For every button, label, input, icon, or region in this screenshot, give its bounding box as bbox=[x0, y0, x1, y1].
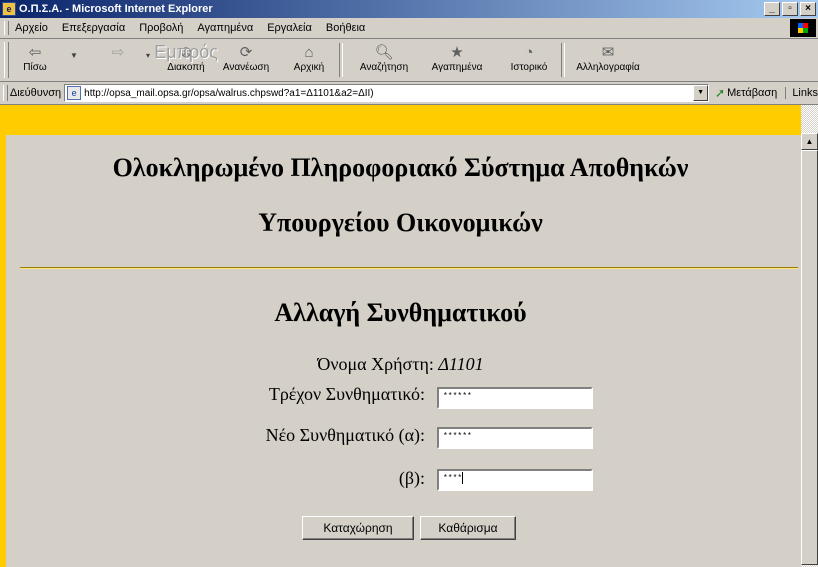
change-password-heading: Αλλαγή Συνθηματικού bbox=[274, 298, 527, 327]
address-input[interactable]: e http://opsa_mail.opsa.gr/opsa/walrus.c… bbox=[64, 84, 710, 102]
go-arrow-icon: ➚ bbox=[715, 86, 726, 100]
history-label: Ιστορικό bbox=[510, 62, 548, 73]
stop-label: Διακοπή bbox=[167, 62, 205, 73]
toolbar-separator-2 bbox=[561, 43, 565, 77]
ie-logo-icon: e bbox=[2, 2, 16, 16]
forward-label: Εμπρός bbox=[154, 42, 218, 62]
maximize-button[interactable]: ▫ bbox=[782, 2, 798, 16]
menubar-grip[interactable] bbox=[4, 21, 9, 35]
new-password-a-label: Νέο Συνθηματικό (α): bbox=[265, 425, 425, 445]
submit-button[interactable]: Καταχώρηση bbox=[302, 516, 414, 540]
go-label: Μετάβαση bbox=[727, 87, 778, 99]
favorites-button[interactable]: ★ Αγαπημένα bbox=[423, 39, 491, 78]
addressbar-grip[interactable] bbox=[3, 85, 8, 101]
scroll-up-arrow-icon[interactable]: ▲ bbox=[801, 133, 818, 150]
page-icon: e bbox=[67, 86, 82, 100]
page-title-line2: Υπουργείου Οικονομικών bbox=[258, 208, 543, 237]
address-bar: Διεύθυνση e http://opsa_mail.opsa.gr/ops… bbox=[0, 82, 818, 105]
reset-button[interactable]: Καθάρισμα bbox=[420, 516, 516, 540]
window-title: Ο.Π.Σ.Α. - Microsoft Internet Explorer bbox=[19, 3, 213, 15]
forward-button[interactable]: ⇨ Εμπρός bbox=[93, 39, 218, 78]
back-label: Πίσω bbox=[23, 62, 47, 73]
go-button[interactable]: ➚ Μετάβαση bbox=[715, 86, 777, 100]
refresh-icon: ⟳ bbox=[239, 44, 253, 61]
menu-view[interactable]: Προβολή bbox=[139, 22, 183, 34]
vertical-scrollbar[interactable]: ▲ bbox=[801, 105, 818, 567]
search-button[interactable]: 🔍︎ Αναζήτηση bbox=[349, 39, 419, 78]
minimize-button[interactable]: _ bbox=[764, 2, 780, 16]
toolbar-grip[interactable] bbox=[4, 42, 9, 78]
menu-bar: Αρχείο Επεξεργασία Προβολή Αγαπημένα Εργ… bbox=[0, 18, 818, 39]
search-label: Αναζήτηση bbox=[359, 62, 409, 73]
menu-edit[interactable]: Επεξεργασία bbox=[62, 22, 125, 34]
username-line: Όνομα Χρήστη: Δ1101 bbox=[0, 354, 801, 375]
page-title-line1: Ολοκληρωμένο Πληροφοριακό Σύστημα Αποθηκ… bbox=[112, 153, 689, 182]
favorites-folder-icon: ★ bbox=[450, 44, 464, 61]
menu-favorites[interactable]: Αγαπημένα bbox=[197, 22, 253, 34]
history-icon: ◔ bbox=[524, 43, 534, 61]
home-icon: ⌂ bbox=[304, 43, 314, 61]
new-password-a-input[interactable]: ****** bbox=[437, 427, 593, 449]
horizontal-divider bbox=[20, 267, 798, 269]
close-button[interactable]: × bbox=[800, 2, 816, 16]
search-icon: 🔍︎ bbox=[374, 44, 394, 61]
home-label: Αρχική bbox=[293, 62, 325, 73]
new-password-b-input[interactable]: **** bbox=[437, 469, 593, 491]
scrollbar-thumb[interactable] bbox=[801, 150, 818, 565]
standard-toolbar: ⇦ Πίσω ▼ ⇨ Εμπρός ▾ ⊗ Διακοπή ⟳ Ανανέωση… bbox=[0, 39, 818, 82]
menu-tools[interactable]: Εργαλεία bbox=[267, 22, 312, 34]
username-value: Δ1101 bbox=[438, 354, 484, 374]
menu-help[interactable]: Βοήθεια bbox=[326, 22, 365, 34]
favorites-label: Αγαπημένα bbox=[431, 62, 483, 73]
history-button[interactable]: ◔ Ιστορικό bbox=[503, 39, 555, 78]
new-password-b-value: **** bbox=[443, 474, 463, 483]
refresh-button[interactable]: ⟳ Ανανέωση bbox=[215, 39, 277, 78]
page-content: Ολοκληρωμένο Πληροφοριακό Σύστημα Αποθηκ… bbox=[0, 105, 801, 567]
address-url[interactable]: http://opsa_mail.opsa.gr/opsa/walrus.chp… bbox=[84, 88, 373, 99]
text-caret bbox=[462, 471, 464, 484]
current-password-input[interactable]: ****** bbox=[437, 387, 593, 409]
refresh-label: Ανανέωση bbox=[222, 62, 270, 73]
address-label: Διεύθυνση bbox=[9, 87, 62, 99]
username-label: Όνομα Χρήστη: bbox=[317, 354, 434, 374]
current-password-label: Τρέχον Συνθηματικό: bbox=[268, 384, 425, 404]
menu-file[interactable]: Αρχείο bbox=[15, 22, 48, 34]
toolbar-separator bbox=[339, 43, 343, 77]
home-button[interactable]: ⌂ Αρχική bbox=[285, 39, 333, 78]
windows-logo-icon bbox=[790, 19, 816, 37]
new-password-b-label: (β): bbox=[398, 468, 425, 488]
links-button[interactable]: Links bbox=[785, 87, 818, 99]
mail-button[interactable]: ✉ Αλληλογραφία bbox=[571, 39, 645, 78]
window-titlebar: e Ο.Π.Σ.Α. - Microsoft Internet Explorer… bbox=[0, 0, 818, 18]
window-controls: _ ▫ × bbox=[764, 2, 816, 16]
mail-label: Αλληλογραφία bbox=[576, 62, 640, 73]
mail-icon: ✉ bbox=[601, 44, 615, 61]
address-dropdown-icon[interactable]: ▼ bbox=[693, 85, 709, 101]
